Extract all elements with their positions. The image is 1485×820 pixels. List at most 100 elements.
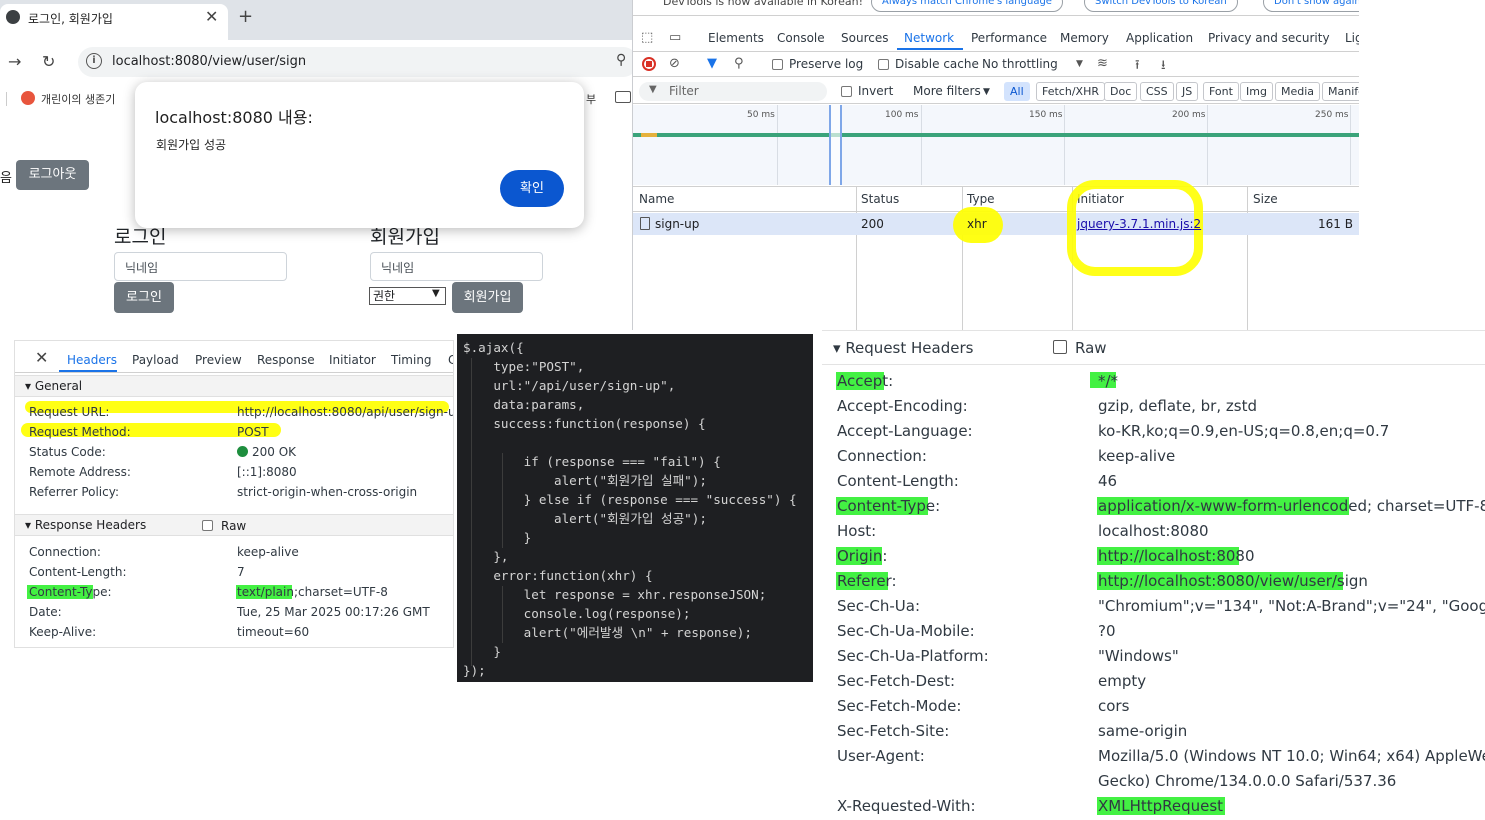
tab-payload[interactable]: Payload	[132, 353, 179, 367]
tab-elements[interactable]: Elements	[708, 31, 764, 45]
site-info-icon[interactable]: i	[86, 53, 102, 69]
response-value: keep-alive	[237, 545, 299, 559]
tab-memory[interactable]: Memory	[1060, 31, 1109, 45]
filter-chip-font[interactable]: Font	[1203, 82, 1239, 101]
new-tab-icon[interactable]: +	[238, 6, 253, 27]
general-value: http://localhost:8080/api/user/sign-up	[237, 405, 454, 419]
request-header-key: Accept:	[837, 372, 894, 390]
request-status: 200	[861, 217, 884, 231]
request-header-key: Referer:	[837, 572, 897, 590]
filter-chip-css[interactable]: CSS	[1140, 82, 1174, 101]
logout-button[interactable]: 로그아웃	[16, 160, 89, 190]
timeline-waiting-bar	[641, 133, 657, 137]
request-header-value: ko-KR,ko;q=0.9,en-US;q=0.8,en;q=0.7	[1098, 422, 1390, 440]
tab-privacy-security[interactable]: Privacy and security	[1208, 31, 1330, 45]
disable-cache-checkbox[interactable]	[878, 59, 889, 70]
column-name[interactable]: Name	[639, 192, 674, 206]
request-name[interactable]: sign-up	[655, 217, 699, 231]
filter-chip-all[interactable]: All	[1004, 82, 1030, 101]
dialog-ok-button[interactable]: 확인	[500, 170, 564, 207]
more-filters-dropdown[interactable]: More filters	[913, 84, 981, 98]
tab-cookies[interactable]: C	[448, 353, 453, 367]
import-har-icon[interactable]: ⭱	[1135, 56, 1140, 78]
code-line: }	[463, 644, 501, 659]
tab-timing[interactable]: Timing	[391, 353, 432, 367]
folder-icon[interactable]	[615, 91, 631, 103]
column-type[interactable]: Type	[967, 192, 995, 206]
column-size[interactable]: Size	[1253, 192, 1278, 206]
export-har-icon[interactable]: ⭳	[1161, 56, 1166, 78]
forward-icon[interactable]: →	[8, 52, 21, 71]
tab-performance[interactable]: Performance	[971, 31, 1047, 45]
login-nickname-input[interactable]: 닉네임	[114, 252, 287, 281]
search-icon[interactable]: ⚲	[734, 56, 744, 71]
tab-sources[interactable]: Sources	[841, 31, 888, 45]
filter-chip-manifest[interactable]: Manife	[1322, 82, 1359, 101]
record-icon[interactable]	[642, 57, 656, 71]
request-header-key: Accept-Language:	[837, 422, 973, 440]
bookmark-item-fragment[interactable]: 부	[586, 91, 596, 107]
tab-preview[interactable]: Preview	[195, 353, 242, 367]
timeline-gridline	[1207, 105, 1208, 185]
url-text[interactable]: localhost:8080/view/user/sign	[112, 54, 306, 69]
zoom-icon[interactable]: ⚲	[616, 52, 626, 68]
request-header-key: Content-Type:	[837, 497, 941, 515]
request-initiator-link[interactable]: jquery-3.7.1.min.js:2	[1077, 217, 1201, 231]
response-value: Tue, 25 Mar 2025 00:17:26 GMT	[237, 605, 430, 619]
raw-checkbox[interactable]	[202, 520, 213, 531]
response-value: timeout=60	[237, 625, 310, 639]
request-header-value: cors	[1098, 697, 1130, 715]
request-header-value: */*	[1098, 372, 1119, 390]
join-nickname-input[interactable]: 닉네임	[370, 252, 543, 281]
reload-icon[interactable]: ↻	[42, 52, 55, 71]
tab-network[interactable]: Network	[904, 31, 954, 45]
column-status[interactable]: Status	[861, 192, 899, 206]
request-header-value: "Chromium";v="134", "Not:A-Brand";v="24"…	[1098, 597, 1485, 615]
notice-switch-korean-button[interactable]: Switch DevTools to Korean	[1084, 0, 1238, 12]
join-button[interactable]: 회원가입	[452, 282, 523, 313]
devtools-network-panel: DevTools is now available in Korean! Alw…	[632, 0, 1359, 330]
bookmark-item[interactable]: 개린이의 생존기	[41, 91, 115, 107]
timeline-label: 50 ms	[747, 110, 775, 120]
invert-checkbox[interactable]	[841, 86, 852, 97]
filter-input[interactable]: Filter	[639, 82, 827, 101]
notice-match-language-button[interactable]: Always match Chrome's language	[871, 0, 1063, 12]
timeline-gridline	[777, 105, 778, 185]
request-type: xhr	[967, 217, 987, 231]
filter-chip-js[interactable]: JS	[1176, 82, 1199, 101]
filter-chip-fetch-xhr[interactable]: Fetch/XHR	[1036, 82, 1105, 101]
inspect-element-icon[interactable]: ⬚	[641, 30, 653, 45]
general-key: Request URL:	[29, 405, 110, 419]
raw-checkbox[interactable]	[1053, 340, 1067, 354]
filter-chip-doc[interactable]: Doc	[1104, 82, 1138, 101]
throttling-select[interactable]: No throttling	[982, 57, 1058, 71]
general-value: [::1]:8080	[237, 465, 297, 479]
clear-icon[interactable]: ⊘	[669, 56, 680, 71]
tab-headers[interactable]: Headers	[67, 353, 117, 367]
tab-lighthouse[interactable]: Lig	[1345, 31, 1359, 45]
network-conditions-icon[interactable]: ≋	[1097, 56, 1108, 71]
close-icon[interactable]: ✕	[35, 348, 48, 367]
timeline-label: 250 ms	[1315, 110, 1349, 120]
notice-dont-show-button[interactable]: Don't show again	[1263, 0, 1359, 12]
tab-initiator[interactable]: Initiator	[329, 353, 376, 367]
request-header-value: application/x-www-form-urlencoded; chars…	[1098, 497, 1485, 515]
login-button[interactable]: 로그인	[114, 282, 174, 313]
request-header-key: Host:	[837, 522, 877, 540]
request-header-key: Sec-Fetch-Site:	[837, 722, 950, 740]
code-line: error:function(xhr) {	[463, 568, 653, 583]
network-timeline[interactable]	[633, 105, 1359, 185]
filter-chip-img[interactable]: Img	[1240, 82, 1273, 101]
tab-console[interactable]: Console	[777, 31, 825, 45]
bookmark-favicon	[21, 91, 35, 105]
filter-funnel-icon[interactable]: ▼	[707, 56, 717, 71]
preserve-log-checkbox[interactable]	[772, 59, 783, 70]
tab-application[interactable]: Application	[1126, 31, 1193, 45]
code-line: alert("회원가입 실패");	[463, 473, 707, 488]
filter-chip-media[interactable]: Media	[1275, 82, 1321, 101]
timeline-range-handle[interactable]	[829, 105, 842, 185]
device-toolbar-icon[interactable]: ▭	[669, 30, 681, 45]
close-tab-icon[interactable]: ✕	[205, 7, 218, 26]
tab-response[interactable]: Response	[257, 353, 315, 367]
general-title-text: General	[34, 379, 83, 393]
